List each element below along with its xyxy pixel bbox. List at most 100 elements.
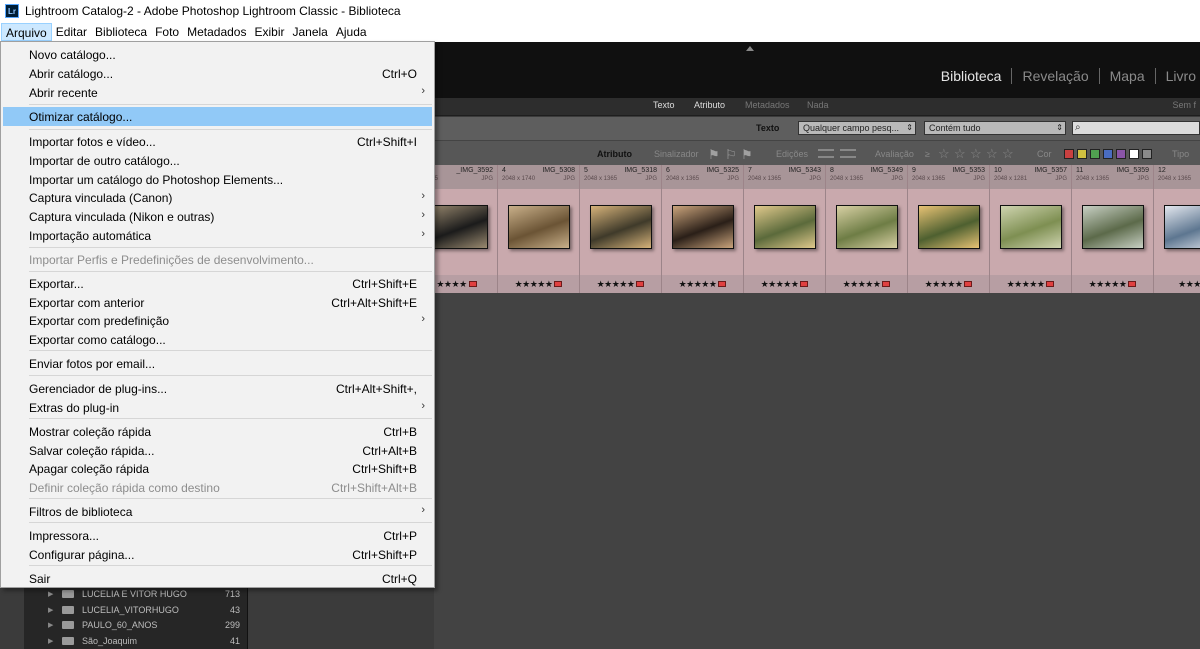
menu-item-captura-vinculada-canon[interactable]: Captura vinculada (Canon) ›: [3, 188, 432, 207]
red-color-label-icon[interactable]: [554, 281, 563, 287]
photo-cell[interactable]: 9 IMG_5353 2048 x 1365 JPG ★★★★★: [908, 165, 990, 293]
menu-item-abrir-recente[interactable]: Abrir recente ›: [3, 83, 432, 102]
menu-exibir[interactable]: Exibir: [250, 23, 288, 41]
red-color-label-icon[interactable]: [964, 281, 973, 287]
rating-star-2-icon[interactable]: ☆: [954, 146, 966, 162]
photo-cell[interactable]: 8 IMG_5349 2048 x 1365 JPG ★★★★★: [826, 165, 908, 293]
menu-janela[interactable]: Janela: [288, 23, 331, 41]
photo-thumbnail[interactable]: [1082, 205, 1144, 249]
menu-foto[interactable]: Foto: [151, 23, 183, 41]
filter-tab-texto[interactable]: Texto: [653, 100, 675, 110]
red-color-label-icon[interactable]: [882, 281, 891, 287]
folder-row[interactable]: ▶ PAULO_60_ANOS 299: [24, 617, 248, 633]
search-rule-select[interactable]: Contém tudo ⇕: [924, 121, 1066, 135]
photo-rating-stars[interactable]: ★★★★★: [597, 279, 635, 290]
filter-tab-atributo[interactable]: Atributo: [694, 100, 725, 110]
photo-thumbnail[interactable]: [1000, 205, 1062, 249]
menu-item-exportar-como-catalogo[interactable]: Exportar como catálogo...: [3, 330, 432, 349]
rating-star-1-icon[interactable]: ☆: [938, 146, 950, 162]
photo-rating-stars[interactable]: ★★★★★: [1089, 279, 1127, 290]
color-swatch-blue[interactable]: [1103, 149, 1113, 159]
menu-item-otimizar-catalogo[interactable]: Otimizar catálogo...: [3, 107, 432, 126]
expand-triangle-icon[interactable]: ▶: [48, 606, 53, 614]
menu-item-importar-fotos-e-video[interactable]: Importar fotos e vídeo... Ctrl+Shift+I: [3, 132, 432, 151]
filter-preset-label[interactable]: Sem f: [1172, 100, 1196, 110]
photo-rating-stars[interactable]: ★★★★★: [761, 279, 799, 290]
photo-rating-stars[interactable]: ★★★: [1178, 279, 1200, 290]
menu-item-exportar-com-anterior[interactable]: Exportar com anterior Ctrl+Alt+Shift+E: [3, 293, 432, 312]
rating-star-3-icon[interactable]: ☆: [970, 146, 982, 162]
search-input[interactable]: ⌕: [1072, 121, 1200, 135]
photo-thumbnail[interactable]: [590, 205, 652, 249]
filter-tab-metadados[interactable]: Metadados: [745, 100, 790, 110]
menu-item-captura-vinculada-nikon-e-outras[interactable]: Captura vinculada (Nikon e outras) ›: [3, 207, 432, 226]
photo-rating-stars[interactable]: ★★★★★: [925, 279, 963, 290]
flag-picked-icon[interactable]: ⚑: [708, 147, 720, 163]
photo-rating-stars[interactable]: ★★★★★: [1007, 279, 1045, 290]
expand-triangle-icon[interactable]: ▶: [48, 637, 53, 645]
photo-thumbnail[interactable]: [836, 205, 898, 249]
expand-triangle-icon[interactable]: ▶: [48, 590, 53, 598]
menu-biblioteca[interactable]: Biblioteca: [91, 23, 151, 41]
photo-cell[interactable]: 11 IMG_5359 2048 x 1365 JPG ★★★★★: [1072, 165, 1154, 293]
menu-item-importar-de-outro-catalogo[interactable]: Importar de outro catálogo...: [3, 151, 432, 170]
red-color-label-icon[interactable]: [1128, 281, 1137, 287]
red-color-label-icon[interactable]: [468, 281, 477, 287]
menu-item-abrir-catalogo[interactable]: Abrir catálogo... Ctrl+O: [3, 64, 432, 83]
flag-rejected-icon[interactable]: ⚑: [741, 147, 753, 163]
photo-thumbnail[interactable]: [672, 205, 734, 249]
menu-item-extras-do-plug-in[interactable]: Extras do plug-in ›: [3, 398, 432, 417]
photo-cell[interactable]: 10 IMG_5357 2048 x 1281 JPG ★★★★★: [990, 165, 1072, 293]
folder-row[interactable]: ▶ São_Joaquim 41: [24, 633, 248, 649]
rating-star-5-icon[interactable]: ☆: [1002, 146, 1014, 162]
unedited-filter-icon[interactable]: [840, 149, 856, 158]
menu-item-importacao-automatica[interactable]: Importação automática ›: [3, 226, 432, 245]
menu-item-gerenciador-de-plug-ins[interactable]: Gerenciador de plug-ins... Ctrl+Alt+Shift…: [3, 379, 432, 398]
folder-row[interactable]: ▶ LUCELIA_VITORHUGO 43: [24, 602, 248, 618]
menu-item-novo-catalogo[interactable]: Novo catálogo...: [3, 45, 432, 64]
menu-metadados[interactable]: Metadados: [183, 23, 250, 41]
red-color-label-icon[interactable]: [636, 281, 645, 287]
red-color-label-icon[interactable]: [1046, 281, 1055, 287]
photo-cell[interactable]: 4 IMG_5308 2048 x 1740 JPG ★★★★★: [498, 165, 580, 293]
folder-row[interactable]: ▶ LUCELIA E VITOR HUGO 713: [24, 586, 248, 602]
menu-item-impressora[interactable]: Impressora... Ctrl+P: [3, 526, 432, 545]
menu-item-enviar-fotos-por-email[interactable]: Enviar fotos por email...: [3, 354, 432, 373]
photo-cell[interactable]: 6 IMG_5325 2048 x 1365 JPG ★★★★★: [662, 165, 744, 293]
collapse-top-panel-arrow-icon[interactable]: [746, 46, 754, 51]
photo-thumbnail[interactable]: [754, 205, 816, 249]
menu-item-apagar-colecao-rapida[interactable]: Apagar coleção rápida Ctrl+Shift+B: [3, 459, 432, 478]
color-swatch-custom[interactable]: [1129, 149, 1139, 159]
red-color-label-icon[interactable]: [718, 281, 727, 287]
rating-star-4-icon[interactable]: ☆: [986, 146, 998, 162]
color-swatch-red[interactable]: [1064, 149, 1074, 159]
photo-thumbnail[interactable]: [918, 205, 980, 249]
photo-cell[interactable]: 12I2048 x 1365 ★★★: [1154, 165, 1200, 293]
color-swatch-purple[interactable]: [1116, 149, 1126, 159]
color-swatch-yellow[interactable]: [1077, 149, 1087, 159]
photo-thumbnail[interactable]: [1164, 205, 1200, 249]
filter-tab-nada[interactable]: Nada: [807, 100, 829, 110]
menu-item-configurar-pagina[interactable]: Configurar página... Ctrl+Shift+P: [3, 545, 432, 564]
menu-item-exportar-com-predefinicao[interactable]: Exportar com predefinição ›: [3, 311, 432, 330]
edited-filter-icon[interactable]: [818, 149, 834, 158]
color-swatch-none[interactable]: [1142, 149, 1152, 159]
menu-editar[interactable]: Editar: [52, 23, 91, 41]
search-field-select[interactable]: Qualquer campo pesq... ⇕: [798, 121, 916, 135]
color-swatch-green[interactable]: [1090, 149, 1100, 159]
flag-unflagged-icon[interactable]: ⚐: [725, 147, 737, 163]
red-color-label-icon[interactable]: [800, 281, 809, 287]
module-livro[interactable]: Livro: [1156, 68, 1200, 84]
expand-triangle-icon[interactable]: ▶: [48, 621, 53, 629]
rating-operator[interactable]: ≥: [925, 149, 930, 159]
menu-ajuda[interactable]: Ajuda: [332, 23, 371, 41]
module-revelacao[interactable]: Revelação: [1012, 68, 1100, 84]
module-mapa[interactable]: Mapa: [1100, 68, 1156, 84]
menu-item-importar-um-catalogo-do-photoshop-elements[interactable]: Importar um catálogo do Photoshop Elemen…: [3, 170, 432, 189]
photo-rating-stars[interactable]: ★★★★: [436, 279, 467, 290]
module-biblioteca[interactable]: Biblioteca: [931, 68, 1013, 84]
menu-item-mostrar-colecao-rapida[interactable]: Mostrar coleção rápida Ctrl+B: [3, 422, 432, 441]
menu-item-salvar-colecao-rapida[interactable]: Salvar coleção rápida... Ctrl+Alt+B: [3, 441, 432, 460]
photo-rating-stars[interactable]: ★★★★★: [679, 279, 717, 290]
menu-item-exportar[interactable]: Exportar... Ctrl+Shift+E: [3, 274, 432, 293]
